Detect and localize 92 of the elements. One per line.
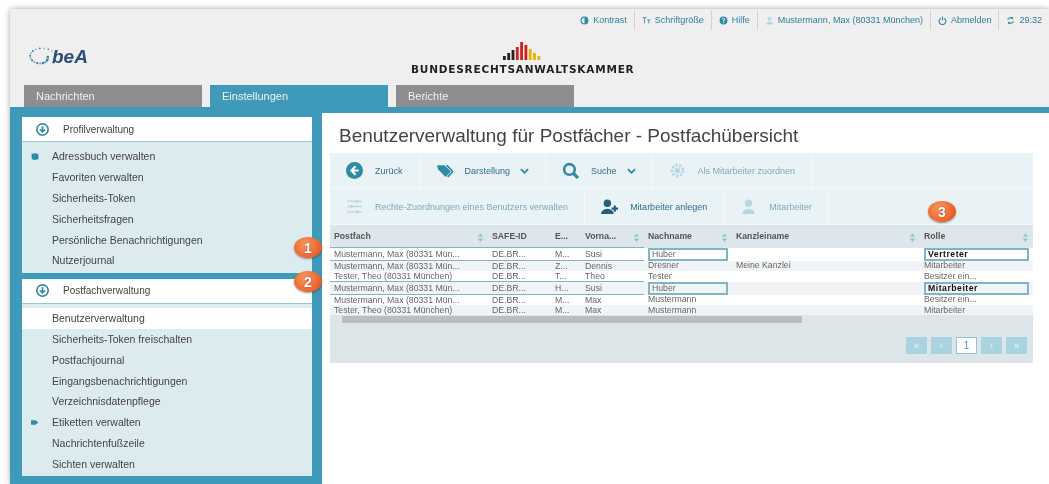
- sort-icon: [477, 232, 484, 242]
- table-cell: Huber: [648, 247, 728, 261]
- table-cell: Mitarbeiter: [924, 304, 966, 315]
- user-name: Mustermann, Max (80331 München): [756, 10, 930, 30]
- menu-item[interactable]: Postfachjournal: [22, 349, 131, 371]
- gear-icon: [668, 162, 686, 179]
- caret-icon: [626, 167, 636, 174]
- table-cell: Dennis: [585, 260, 613, 271]
- table-cell: H...: [555, 282, 569, 293]
- sort-icon: [909, 232, 916, 242]
- toolbar-button[interactable]: Mitarbeiter anlegen: [585, 189, 725, 224]
- sliders-icon: [346, 198, 363, 215]
- table-cell: Mustermann, Max (80331 Mün...: [334, 294, 460, 305]
- bar-logo-icon: [502, 39, 543, 60]
- table-cell: Tester: [648, 270, 672, 281]
- menu-item[interactable]: Etiketten verwalten: [22, 411, 147, 433]
- table-cell: Vertreter: [924, 247, 1029, 261]
- back-icon: [346, 162, 363, 179]
- font-size-icon: [641, 15, 651, 25]
- table-cell: Mustermann, Max (80331 Mün...: [334, 282, 460, 293]
- menu-item[interactable]: Sicherheits-Token freischalten: [22, 328, 199, 350]
- download-icon: [36, 122, 49, 136]
- sort-icon: [633, 232, 640, 242]
- add-user-icon: [601, 198, 619, 215]
- contrast-icon: [580, 15, 590, 25]
- table-cell: Max: [585, 294, 602, 305]
- tag-icon: [30, 417, 40, 427]
- menu-item[interactable]: Eingangsbenachrichtigungen: [22, 370, 194, 391]
- menu-item[interactable]: Adressbuch verwalten: [22, 146, 162, 167]
- sort-icon: [1022, 232, 1029, 242]
- table-cell: Susi: [585, 248, 602, 259]
- table-cell: DE.BR...: [492, 294, 526, 305]
- page-title: Benutzerverwaltung für Postfächer - Postfachübersicht: [339, 125, 800, 147]
- table-cell: Mitarbeiter: [924, 281, 1029, 295]
- table-cell: Besitzer ein...: [924, 270, 977, 281]
- menu-item[interactable]: Nachrichtenfußzeile: [22, 432, 151, 454]
- menu-item[interactable]: Verzeichnisdatenpflege: [22, 390, 167, 412]
- user-icon: [764, 15, 774, 25]
- table-cell: Mustermann, Max (80331 Mün...: [334, 260, 460, 271]
- table-cell: Theo: [585, 270, 605, 281]
- table-cell: Huber: [648, 281, 728, 295]
- header-link[interactable]: Kontrast: [573, 10, 634, 30]
- logo-text: beA: [52, 46, 88, 68]
- table-cell: M...: [555, 248, 570, 259]
- menu-item[interactable]: Persönliche Benachrichtigungen: [22, 229, 209, 250]
- menu-item[interactable]: Nutzerjournal: [22, 250, 121, 271]
- header-link[interactable]: 29:32: [998, 10, 1049, 30]
- page-button[interactable]: 1: [956, 337, 977, 354]
- search-icon: [562, 162, 580, 179]
- horizontal-scrollbar[interactable]: [342, 316, 802, 323]
- tags-icon: [435, 162, 453, 179]
- table-cell: Susi: [585, 282, 602, 293]
- help-icon: [718, 15, 728, 25]
- table-cell: Mustermann: [648, 294, 697, 305]
- table-cell: Meine Kanzlei: [736, 260, 791, 271]
- toolbar-button[interactable]: Zurück: [330, 153, 420, 188]
- header-link[interactable]: Schriftgröße: [633, 10, 711, 30]
- table-cell: Z...: [555, 260, 568, 271]
- table-cell: Mitarbeiter: [924, 260, 966, 271]
- toolbar-button[interactable]: Darstellung: [419, 153, 547, 188]
- power-icon: [937, 15, 947, 25]
- table-cell: DE.BR...: [492, 282, 526, 293]
- download-icon: [36, 284, 49, 298]
- caret-icon: [520, 167, 530, 174]
- panel-header[interactable]: Profilverwaltung: [22, 117, 312, 142]
- table-cell: Tester, Theo (80331 München): [334, 270, 453, 281]
- user-icon: [740, 198, 758, 215]
- toolbar-button[interactable]: Suche: [546, 153, 653, 188]
- table-cell: Tester, Theo (80331 München): [334, 304, 453, 315]
- header-link[interactable]: Hilfe: [710, 10, 757, 30]
- header-link[interactable]: Abmelden: [929, 10, 999, 30]
- table-cell: Max: [585, 304, 602, 315]
- table-cell: DE.BR...: [492, 270, 526, 281]
- table-cell: DE.BR...: [492, 248, 526, 259]
- organization-name: BUNDESRECHTSANWALTSKAMMER: [411, 62, 635, 75]
- table-cell: Mustermann: [648, 304, 697, 315]
- menu-item[interactable]: Sicherheitsfragen: [22, 208, 140, 230]
- menu-item[interactable]: Sicherheits-Token: [22, 187, 142, 209]
- menu-item[interactable]: Favoriten verwalten: [22, 166, 150, 188]
- table-cell: Dresner: [648, 260, 679, 271]
- table-cell: M...: [555, 294, 570, 305]
- table-cell: T...: [555, 270, 567, 281]
- table-cell: Mustermann, Max (80331 Mün...: [334, 248, 460, 259]
- table-cell: DE.BR...: [492, 260, 526, 271]
- sort-icon: [721, 232, 728, 242]
- refresh-icon: [1006, 15, 1016, 25]
- table-cell: M...: [555, 304, 570, 315]
- table-cell: DE.BR...: [492, 304, 526, 315]
- table-cell: Besitzer ein...: [924, 294, 977, 305]
- book-icon: [30, 152, 40, 161]
- menu-item[interactable]: Benutzerverwaltung: [22, 307, 312, 329]
- menu-item[interactable]: Sichten verwalten: [22, 453, 141, 475]
